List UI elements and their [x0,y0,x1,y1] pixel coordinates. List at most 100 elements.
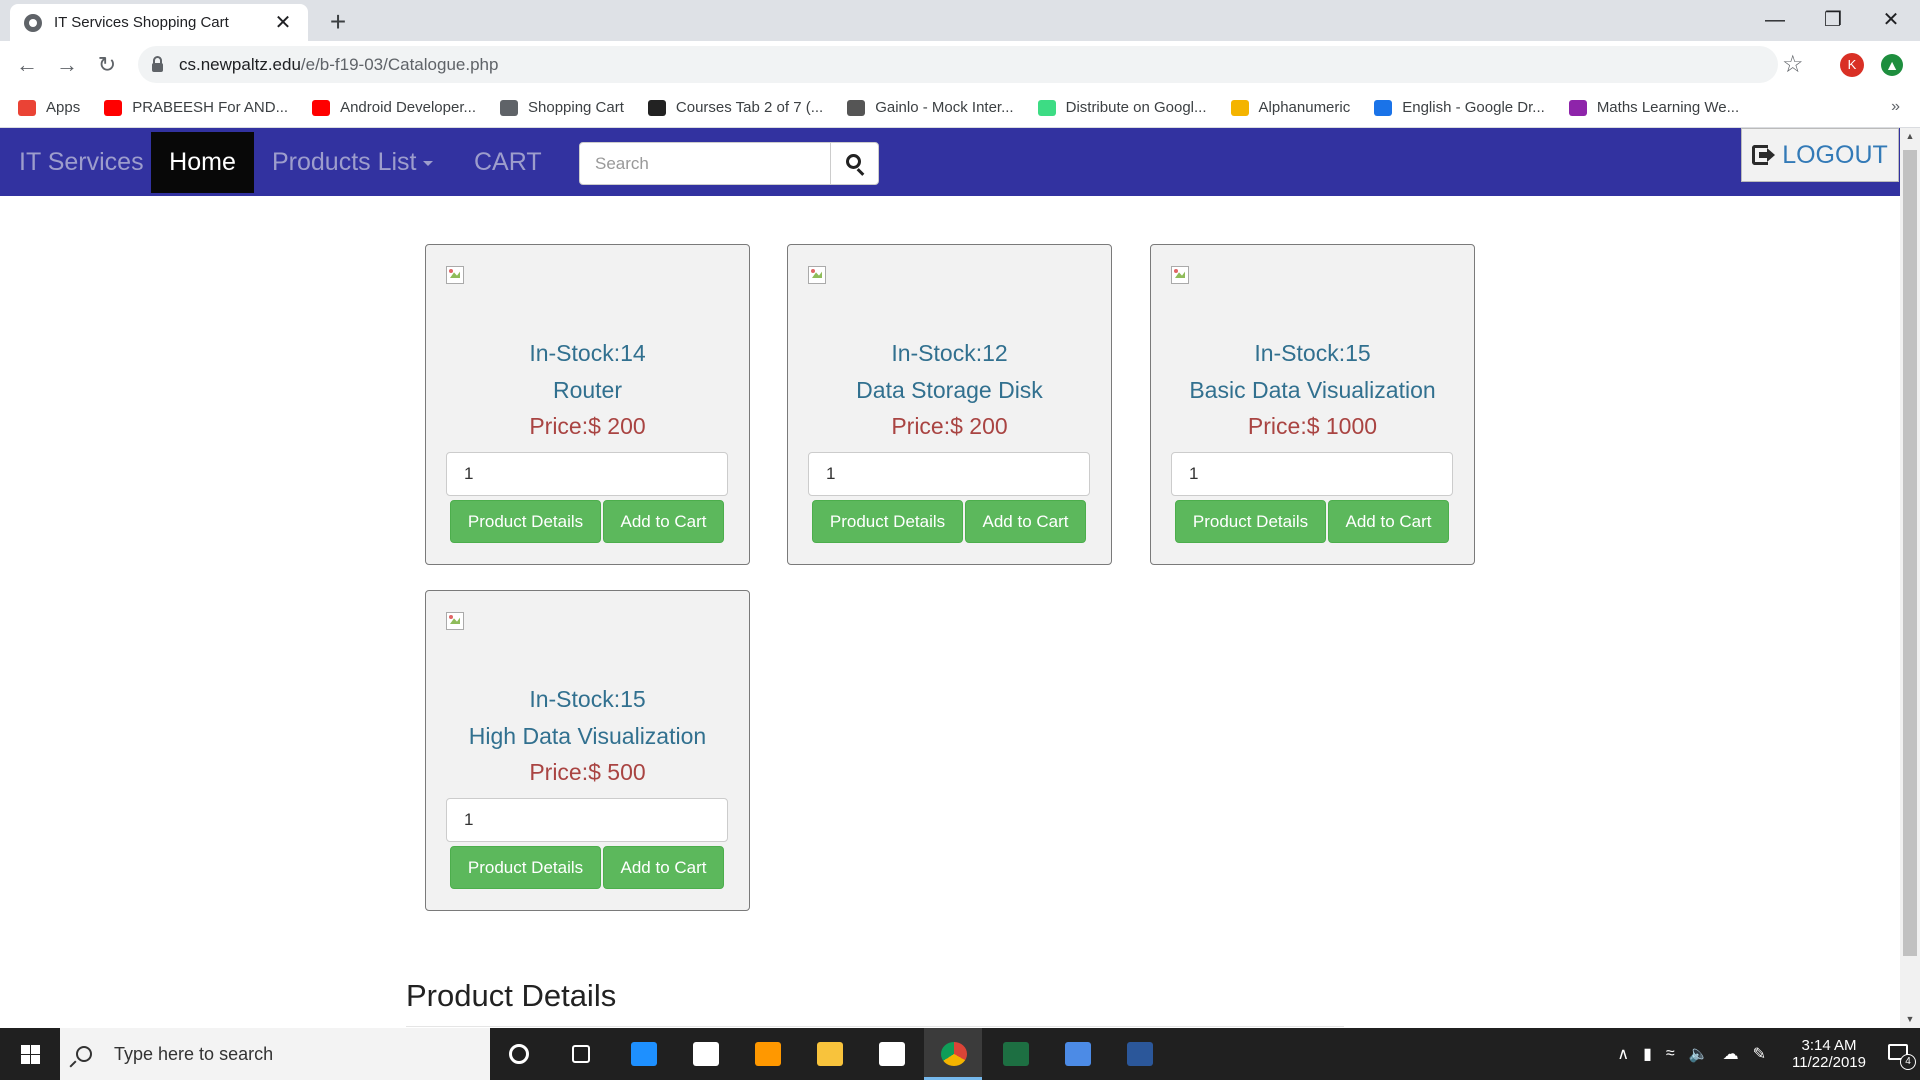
bookmark-label: Maths Learning We... [1596,99,1740,116]
battery-icon[interactable]: ▮ [1643,1044,1652,1064]
bookmark-label: Apps [46,99,81,116]
browser-tab[interactable]: IT Services Shopping Cart ✕ [10,4,308,41]
product-price: Price:$ 200 [529,413,646,439]
add-to-cart-button[interactable]: Add to Cart [965,500,1086,543]
bookmark-item[interactable]: Apps [18,99,80,116]
brand-link[interactable]: IT Services [19,148,144,177]
taskbar-app-word[interactable] [1110,1028,1168,1080]
back-arrow-icon[interactable]: ← [10,48,44,82]
product-details-button[interactable]: Product Details [812,500,963,543]
bookmarks-overflow-icon[interactable]: » [1891,98,1900,116]
caret-down-icon [422,160,433,166]
search-button[interactable] [830,142,879,185]
product-stock: In-Stock:14 [529,340,646,366]
pen-icon[interactable]: ✎ [1753,1044,1766,1064]
system-tray: ∧ ▮ ≈ 🔈 ☁ ✎ 3:14 AM 11/22/2019 4 [1617,1028,1920,1080]
product-card: In-Stock:14 Router Price:$ 200 Product D… [425,244,750,565]
quantity-input[interactable] [808,452,1090,496]
chrome-icon [941,1042,967,1066]
product-name: Data Storage Disk [856,377,1043,403]
volume-muted-icon[interactable]: 🔈 [1689,1044,1709,1064]
windows-logo-icon [21,1045,40,1064]
page-scrollbar[interactable]: ▲ ▼ [1900,128,1920,1028]
url-host: cs.newpaltz.edu [179,54,301,74]
bookmark-item[interactable]: Distribute on Googl... [1037,99,1207,116]
bookmark-item[interactable]: Alphanumeric [1230,99,1350,116]
nav-products-dropdown[interactable]: Products List [272,148,433,177]
broken-image-icon [446,266,464,284]
taskbar-search-box[interactable]: Type here to search [60,1028,490,1080]
close-tab-icon[interactable]: ✕ [272,10,294,35]
bookmark-favicon-icon [1568,99,1587,116]
add-to-cart-button[interactable]: Add to Cart [603,846,724,889]
product-card: In-Stock:15 High Data Visualization Pric… [425,590,750,911]
file-explorer-icon [817,1042,843,1066]
bookmark-star-icon[interactable]: ☆ [1782,48,1804,82]
address-bar[interactable]: cs.newpaltz.edu/e/b-f19-03/Catalogue.php [138,46,1778,83]
product-price: Price:$ 200 [891,413,1008,439]
product-details-button[interactable]: Product Details [1175,500,1326,543]
window-close-icon[interactable]: ✕ [1866,4,1916,36]
taskbar-app-sublime[interactable] [738,1028,796,1080]
nav-cart[interactable]: CART [474,148,542,177]
taskbar-app-task-view[interactable] [552,1028,610,1080]
product-name: High Data Visualization [468,723,707,749]
bookmark-favicon-icon [647,99,666,116]
start-button[interactable] [0,1028,60,1080]
edge-icon [631,1042,657,1066]
globe-icon [24,13,42,32]
taskbar-app-chrome[interactable] [924,1028,982,1080]
restore-icon[interactable]: ❐ [1808,4,1858,36]
url-path: /e/b-f19-03/Catalogue.php [300,54,499,74]
taskbar-app-excel[interactable] [986,1028,1044,1080]
action-center-button[interactable]: 4 [1878,1028,1920,1080]
quantity-input[interactable] [446,798,728,842]
bookmark-item[interactable]: Shopping Cart [500,99,624,116]
section-divider [406,1026,1344,1027]
profile-avatar[interactable]: K [1840,53,1864,77]
add-to-cart-button[interactable]: Add to Cart [1328,500,1449,543]
quantity-input[interactable] [1171,452,1453,496]
task-view-icon [572,1045,590,1063]
bookmark-item[interactable]: Gainlo - Mock Inter... [847,99,1014,116]
product-details-button[interactable]: Product Details [450,846,601,889]
new-tab-button[interactable]: + [322,6,354,38]
minimize-icon[interactable]: — [1750,4,1800,36]
chevron-up-icon[interactable]: ∧ [1617,1044,1629,1064]
logout-button[interactable]: LOGOUT [1741,128,1899,182]
search-input[interactable] [579,142,831,185]
bookmark-item[interactable]: Courses Tab 2 of 7 (... [647,99,823,116]
taskbar-app-cortana[interactable] [490,1028,548,1080]
search-icon [846,154,861,169]
clock-date: 11/22/2019 [1792,1054,1866,1071]
quantity-input[interactable] [446,452,728,496]
sublime-icon [755,1042,781,1066]
reload-icon[interactable]: ↻ [90,48,124,82]
taskbar-app-network[interactable] [1048,1028,1106,1080]
wifi-icon[interactable]: ≈ [1666,1045,1675,1063]
add-to-cart-button[interactable]: Add to Cart [603,500,724,543]
taskbar-app-file-explorer[interactable] [800,1028,858,1080]
scroll-down-icon[interactable]: ▼ [1900,1011,1920,1028]
nav-home[interactable]: Home [151,132,254,193]
bookmark-item[interactable]: Maths Learning We... [1568,99,1740,116]
bookmark-item[interactable]: PRABEESH For AND... [104,99,288,116]
scroll-up-icon[interactable]: ▲ [1900,128,1920,145]
onedrive-icon[interactable]: ☁ [1723,1044,1739,1064]
bookmark-favicon-icon [1374,99,1393,116]
taskbar-app-store[interactable] [862,1028,920,1080]
product-details-button[interactable]: Product Details [450,500,601,543]
bookmark-item[interactable]: Android Developer... [312,99,476,116]
bookmark-favicon-icon [104,99,123,116]
extension-icon[interactable]: ▲ [1881,54,1903,76]
scroll-thumb[interactable] [1903,150,1917,956]
taskbar-app-mail[interactable] [676,1028,734,1080]
word-icon [1127,1042,1153,1066]
nav-products-label: Products List [272,148,417,176]
forward-arrow-icon[interactable]: → [50,48,84,82]
bookmark-item[interactable]: English - Google Dr... [1374,99,1545,116]
bookmark-favicon-icon [847,99,866,116]
product-price: Price:$ 500 [529,759,646,785]
taskbar-clock[interactable]: 3:14 AM 11/22/2019 [1792,1037,1866,1071]
taskbar-app-edge[interactable] [614,1028,672,1080]
